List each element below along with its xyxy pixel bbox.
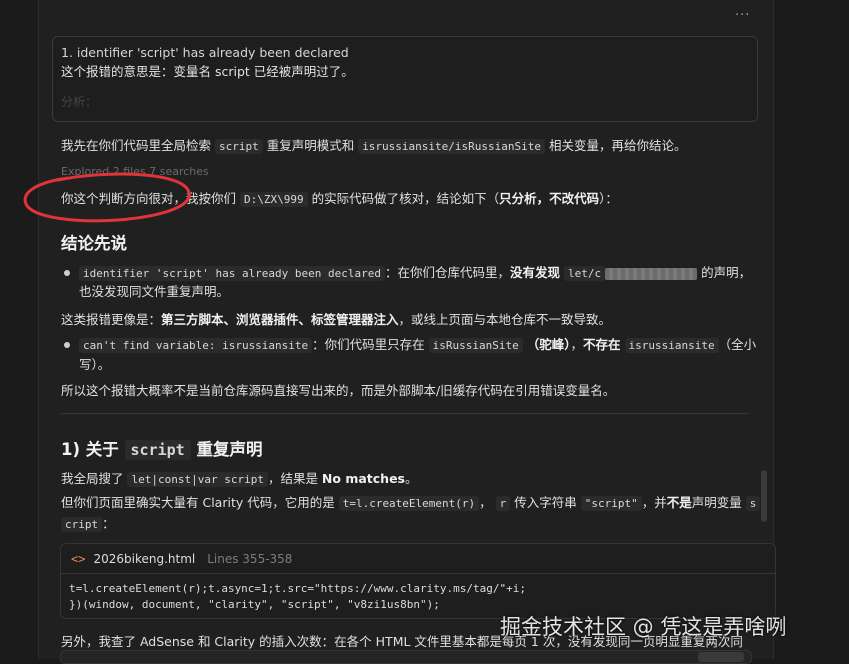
code-line: t=l.createElement(r);t.async=1;t.src="ht… <box>69 582 526 595</box>
summary-paragraph: 所以这个报错大概率不是当前仓库源码直接写出来的，而是外部脚本/旧缓存代码在引用错… <box>61 383 616 398</box>
watermark: 掘金技术社区 @ 凭这是弄啥咧 <box>500 615 787 639</box>
scrollbar-thumb[interactable] <box>761 470 767 522</box>
code-block: <> 2026bikeng.html Lines 355-358 t=l.cre… <box>60 543 776 619</box>
clarity-line-2: cript： <box>61 515 115 534</box>
clarity-code-2: r <box>495 496 511 511</box>
bullet2-text-3 <box>621 337 625 352</box>
verdict-text-2: 的实际代码做了核对，结论如下（ <box>307 191 500 206</box>
bullet-1-line-2: 也没发现同文件重复声明。 <box>79 284 230 299</box>
search-code: let|const|var script <box>127 472 268 487</box>
search-bold: No matches <box>321 471 405 486</box>
bullet-dot <box>64 270 70 276</box>
intro-paragraph: 我先在你们代码里全局检索 script 重复声明模式和 isrussiansit… <box>61 137 686 156</box>
intro-code-2: isrussiansite/isRussianSite <box>358 139 545 154</box>
clarity-text-4: ，并 <box>641 495 667 510</box>
clarity-code-5: cript <box>61 517 103 532</box>
intro-text-2: 重复声明模式和 <box>262 138 359 153</box>
note-text-1: 这类报错更像是： <box>61 312 162 327</box>
code-file-icon: <> <box>71 551 86 566</box>
search-text-3: 。 <box>405 471 418 486</box>
code-file-name[interactable]: 2026bikeng.html <box>93 552 195 566</box>
verdict-bold: 只分析，不改代码 <box>499 191 600 206</box>
intro-code-1: script <box>214 139 263 154</box>
search-result-line: 我全局搜了 let|const|var script ，结果是 No matche… <box>61 470 418 489</box>
search-text-2: ，结果是 <box>267 471 322 486</box>
clarity-text-5: 声明变量 <box>691 495 746 510</box>
bullet2-text-2: ， <box>570 337 584 352</box>
section-title-conclusion: 结论先说 <box>61 234 127 253</box>
verdict-text-3: ）： <box>599 191 618 206</box>
search-text-1: 我全局搜了 <box>61 471 128 486</box>
bullet-2-line-2: 写）。 <box>79 357 111 372</box>
section-title-script: 1) 关于 script 重复声明 <box>61 436 262 460</box>
clarity-text-3: 传入字符串 <box>510 495 581 510</box>
clarity-text-6: ： <box>102 516 115 531</box>
bullet2-text-4: （全小 <box>718 337 757 352</box>
note-paragraph: 这类报错更像是：第三方脚本、浏览器插件、标签管理器注入，或线上页面与本地仓库不一… <box>61 311 611 329</box>
bullet-1-line-1: identifier 'script' has already been dec… <box>79 264 751 283</box>
bullet1-text-1: ：在你们仓库代码里， <box>385 265 511 280</box>
code-block-header[interactable]: <> 2026bikeng.html Lines 355-358 <box>61 544 775 574</box>
bullet2-code-1: can't find variable: isrussiansite <box>79 338 313 353</box>
clarity-text-1: 但你们页面里确实大量有 Clarity 代码，它用的是 <box>61 495 339 510</box>
clarity-text-2: ， <box>479 495 496 510</box>
clarity-code-3: "script" <box>580 496 642 511</box>
quote-line-1: 1. identifier 'script' has already been … <box>61 45 349 60</box>
bullet2-bold-1: （驼峰） <box>526 337 571 352</box>
code-line-range: Lines 355-358 <box>207 551 293 566</box>
next-code-block <box>60 650 752 664</box>
intro-text-3: 相关变量，再给你结论。 <box>545 138 687 153</box>
section-divider <box>61 413 749 414</box>
bullet2-bold-2: 不存在 <box>583 337 621 352</box>
more-options-button[interactable]: ··· <box>735 8 750 23</box>
section2-text-1: 1) 关于 <box>61 440 125 459</box>
verdict-code-1: D:\ZX\999 <box>239 192 308 207</box>
note-bold: 第三方脚本、浏览器插件、标签管理器注入 <box>161 312 399 327</box>
bullet2-code-3: isrussiansite <box>624 338 719 353</box>
bullet2-text-1: ：你们代码里只存在 <box>312 337 429 352</box>
redacted-block <box>605 267 698 280</box>
clarity-code-4: s <box>745 496 761 511</box>
bullet1-text-2: 的声明， <box>697 265 752 280</box>
bullet-2-line-1: can't find variable: isrussiansite ：你们代码里… <box>79 336 756 355</box>
clarity-bold: 不是 <box>666 495 692 510</box>
quote-line-2: 这个报错的意思是：变量名 script 已经被声明过了。 <box>61 64 354 79</box>
section2-text-2: 重复声明 <box>190 440 263 459</box>
copy-button[interactable] <box>698 652 744 662</box>
section2-code: script <box>124 440 191 460</box>
quoted-message: 1. identifier 'script' has already been … <box>52 36 758 122</box>
bullet1-code-1: identifier 'script' has already been dec… <box>79 266 386 281</box>
clarity-code-1: t=l.createElement(r) <box>338 496 480 511</box>
quote-line-3: 分析： <box>61 95 98 109</box>
bullet1-bold: 没有发现 <box>510 265 561 280</box>
bullet1-code-2: let/c <box>564 266 606 281</box>
clarity-line-1: 但你们页面里确实大量有 Clarity 代码，它用的是 t=l.createEl… <box>61 494 761 513</box>
bullet-dot <box>64 342 70 348</box>
red-annotation-circle <box>23 172 191 223</box>
bullet2-code-2: isRussianSite <box>428 338 523 353</box>
intro-text-1: 我先在你们代码里全局检索 <box>61 138 215 153</box>
note-text-2: ，或线上页面与本地仓库不一致导致。 <box>398 312 612 327</box>
